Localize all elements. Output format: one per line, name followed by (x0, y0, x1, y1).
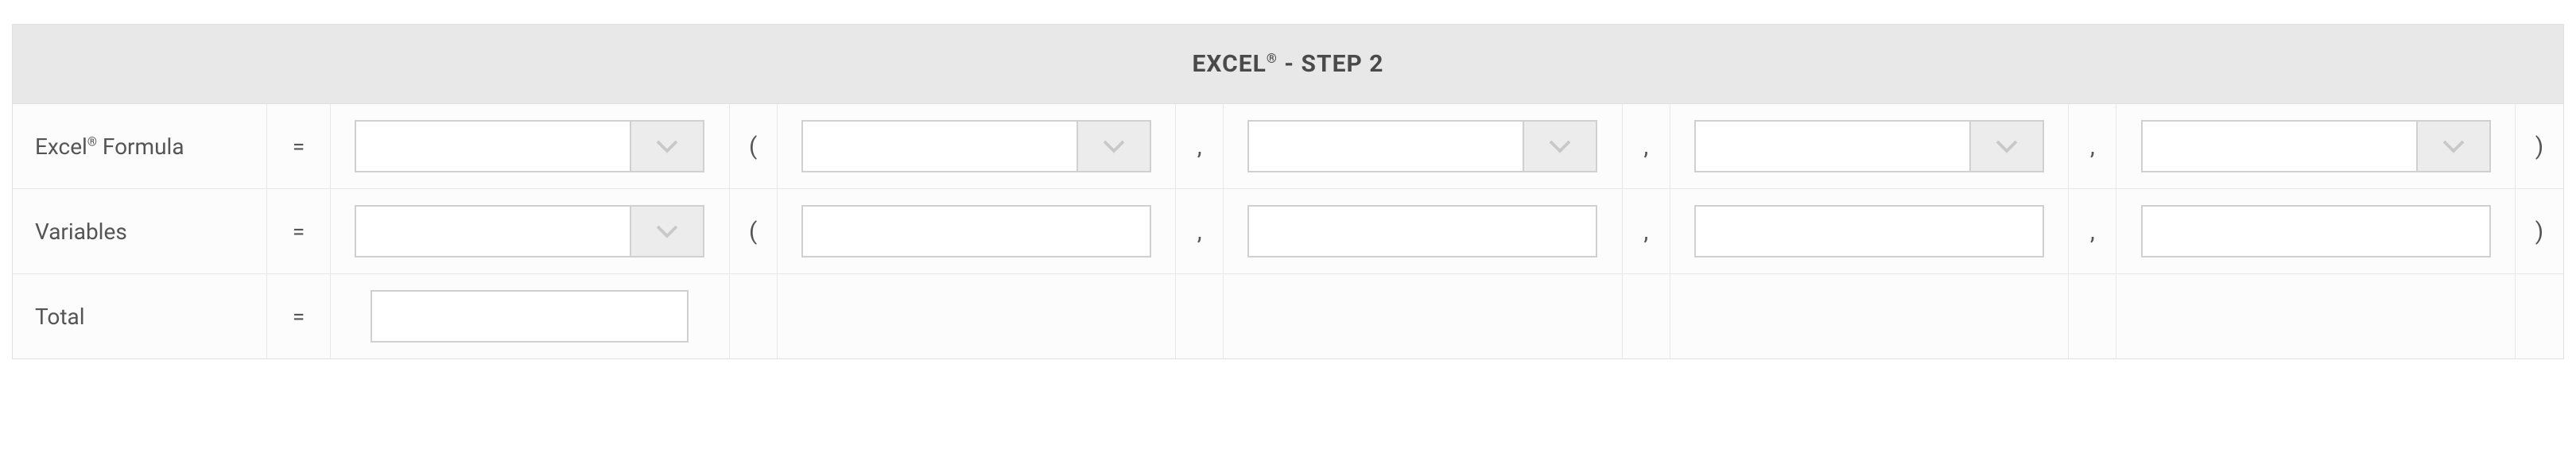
total-row: Total = (13, 274, 2563, 358)
title-prefix: EXCEL (1193, 50, 1267, 78)
formula-arg1-dropdown-button[interactable] (1077, 122, 1150, 171)
empty-cell (1670, 274, 2070, 358)
close-paren: ) (2516, 189, 2563, 273)
variables-function-combo (355, 205, 704, 257)
empty-cell (1176, 274, 1224, 358)
formula-arg2-combo (1247, 120, 1597, 172)
registered-mark: ® (1267, 52, 1278, 67)
variables-row-label: Variables (13, 189, 267, 273)
empty-cell (1224, 274, 1623, 358)
formula-arg1-input[interactable] (803, 122, 1077, 171)
variables-arg1-input[interactable] (801, 205, 1151, 257)
formula-arg4-dropdown-button[interactable] (2416, 122, 2489, 171)
variables-function-dropdown-button[interactable] (630, 207, 703, 256)
comma-separator: , (1623, 189, 1670, 273)
formula-row-label: Excel® Formula (13, 104, 267, 188)
comma-separator: , (2069, 104, 2116, 188)
formula-label-suffix: Formula (97, 134, 184, 160)
formula-arg3-dropdown-button[interactable] (1969, 122, 2043, 171)
panel-header: EXCEL® - STEP 2 (13, 25, 2563, 104)
panel-title: EXCEL® - STEP 2 (13, 50, 2563, 78)
formula-function-input[interactable] (356, 122, 630, 171)
formula-function-combo (355, 120, 704, 172)
equals-sign: = (267, 274, 331, 358)
chevron-down-icon (2439, 132, 2468, 161)
formula-arg2-dropdown-button[interactable] (1523, 122, 1596, 171)
chevron-down-icon (1992, 132, 2021, 161)
formula-arg4-input[interactable] (2143, 122, 2416, 171)
registered-mark: ® (87, 134, 97, 149)
variables-row: Variables = ( , , , ) (13, 189, 2563, 274)
formula-function-dropdown-button[interactable] (630, 122, 703, 171)
formula-arg1-combo (801, 120, 1151, 172)
equals-sign: = (267, 189, 331, 273)
open-paren: ( (730, 104, 778, 188)
comma-separator: , (1176, 104, 1224, 188)
title-suffix: - STEP 2 (1278, 50, 1384, 78)
formula-arg2-input[interactable] (1249, 122, 1523, 171)
variables-arg2-input[interactable] (1247, 205, 1597, 257)
chevron-down-icon (653, 132, 681, 161)
variables-function-input[interactable] (356, 207, 630, 256)
empty-cell (778, 274, 1177, 358)
variables-arg3-input[interactable] (1694, 205, 2044, 257)
open-paren: ( (730, 189, 778, 273)
chevron-down-icon (653, 217, 681, 246)
equals-sign: = (267, 104, 331, 188)
variables-arg4-input[interactable] (2141, 205, 2491, 257)
chevron-down-icon (1100, 132, 1128, 161)
empty-cell (2116, 274, 2516, 358)
formula-arg3-combo (1694, 120, 2044, 172)
comma-separator: , (2069, 189, 2116, 273)
empty-cell (2516, 274, 2563, 358)
empty-cell (730, 274, 778, 358)
formula-arg4-combo (2141, 120, 2491, 172)
formula-row: Excel® Formula = ( , (13, 104, 2563, 189)
formula-arg3-input[interactable] (1696, 122, 1969, 171)
close-paren: ) (2516, 104, 2563, 188)
formula-label-prefix: Excel (35, 134, 87, 160)
comma-separator: , (1623, 104, 1670, 188)
total-row-label: Total (13, 274, 267, 358)
excel-step2-panel: EXCEL® - STEP 2 Excel® Formula = ( (12, 24, 2564, 359)
chevron-down-icon (1546, 132, 1574, 161)
empty-cell (2069, 274, 2116, 358)
comma-separator: , (1176, 189, 1224, 273)
empty-cell (1623, 274, 1670, 358)
total-value-input[interactable] (370, 290, 689, 343)
